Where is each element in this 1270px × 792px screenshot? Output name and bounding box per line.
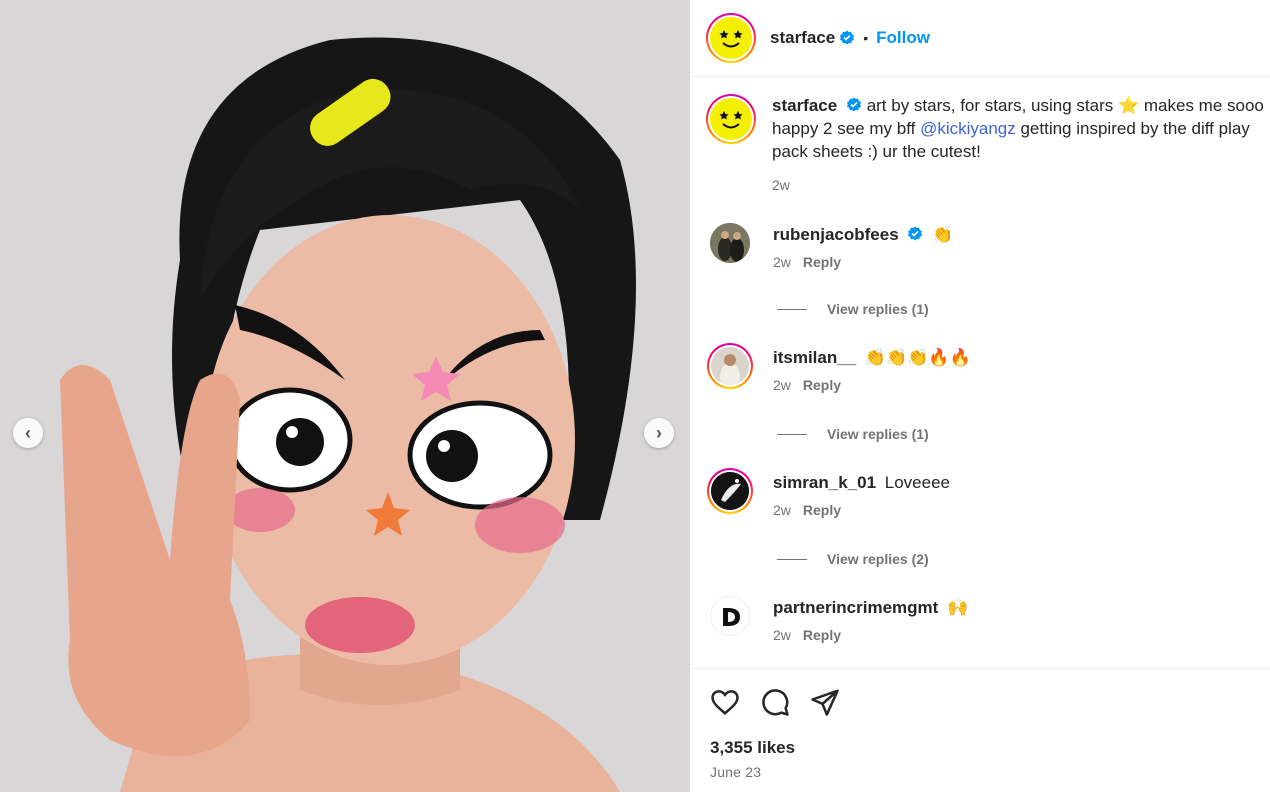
comment-item: itsmilan__ 👏👏👏🔥🔥 2w Reply [707, 343, 971, 393]
share-icon [811, 689, 839, 716]
reply-button[interactable]: Reply [803, 254, 841, 270]
verified-badge-icon [908, 226, 923, 241]
post-actions-bar [690, 668, 1270, 792]
comment-text: Loveeee [884, 473, 950, 492]
comment-time: 2w [773, 254, 791, 270]
caption-time: 2w [772, 177, 790, 193]
view-replies-label: View replies (2) [827, 551, 929, 567]
follow-button[interactable]: Follow [876, 28, 930, 48]
comment-username[interactable]: itsmilan__ [773, 348, 856, 367]
smiley-logo-icon [719, 111, 743, 129]
view-replies-label: View replies (1) [827, 301, 929, 317]
comment-text: 👏👏👏🔥🔥 [864, 348, 971, 367]
caption-mention-link[interactable]: @kickiyangz [920, 119, 1016, 138]
verified-badge-icon [840, 30, 855, 45]
reply-button[interactable]: Reply [803, 377, 841, 393]
chevron-right-icon: › [656, 423, 662, 443]
post-date[interactable]: June 23 [710, 764, 761, 780]
commenter-avatar[interactable] [710, 223, 750, 263]
comment-username[interactable]: rubenjacobfees [773, 225, 899, 244]
smiley-logo-icon [719, 30, 743, 48]
view-replies-button[interactable]: View replies (1) [777, 426, 929, 442]
caption-avatar[interactable] [706, 94, 756, 144]
post-sidebar: starface • Follow starface art by stars,… [690, 0, 1270, 792]
comment-text: 👏 [932, 225, 954, 244]
comment-username[interactable]: simran_k_01 [773, 473, 876, 492]
replies-line [777, 433, 807, 435]
carousel-next-button[interactable]: › [644, 418, 674, 448]
comments-section[interactable]: starface art by stars, for stars, using … [690, 78, 1270, 668]
author-username[interactable]: starface [770, 28, 835, 48]
comment-item: simran_k_01 Loveeee 2w Reply [707, 468, 950, 518]
reply-button[interactable]: Reply [803, 627, 841, 643]
comment-text: 🙌 [947, 598, 969, 617]
post-caption: starface art by stars, for stars, using … [706, 94, 1270, 197]
comment-username[interactable]: partnerincrimemgmt [773, 598, 938, 617]
share-button[interactable] [810, 687, 840, 722]
view-replies-button[interactable]: View replies (1) [777, 301, 929, 317]
post-header: starface • Follow [690, 0, 1270, 77]
comment-time: 2w [773, 627, 791, 643]
view-replies-button[interactable]: View replies (2) [777, 551, 929, 567]
separator-dot: • [863, 30, 869, 46]
reply-button[interactable]: Reply [803, 502, 841, 518]
comment-item: partnerincrimemgmt 🙌 2w Reply [710, 596, 968, 643]
view-replies-label: View replies (1) [827, 426, 929, 442]
carousel-prev-button[interactable]: ‹ [13, 418, 43, 448]
comment-time: 2w [773, 377, 791, 393]
commenter-avatar[interactable] [710, 596, 750, 636]
comment-icon [762, 689, 789, 716]
commenter-avatar[interactable] [707, 468, 753, 514]
comment-item: rubenjacobfees 👏 2w Reply [710, 223, 953, 270]
likes-count[interactable]: 3,355 likes [710, 738, 795, 758]
caption-username[interactable]: starface [772, 96, 837, 115]
replies-line [777, 558, 807, 560]
verified-badge-icon [846, 97, 861, 112]
heart-icon [711, 690, 739, 715]
post-photo [0, 0, 689, 792]
replies-line [777, 308, 807, 310]
commenter-avatar[interactable] [707, 343, 753, 389]
comment-button[interactable] [760, 687, 790, 722]
like-button[interactable] [710, 687, 740, 722]
chevron-left-icon: ‹ [25, 423, 31, 443]
author-avatar[interactable] [706, 13, 756, 63]
post-media[interactable]: ‹ › [0, 0, 689, 792]
comment-time: 2w [773, 502, 791, 518]
